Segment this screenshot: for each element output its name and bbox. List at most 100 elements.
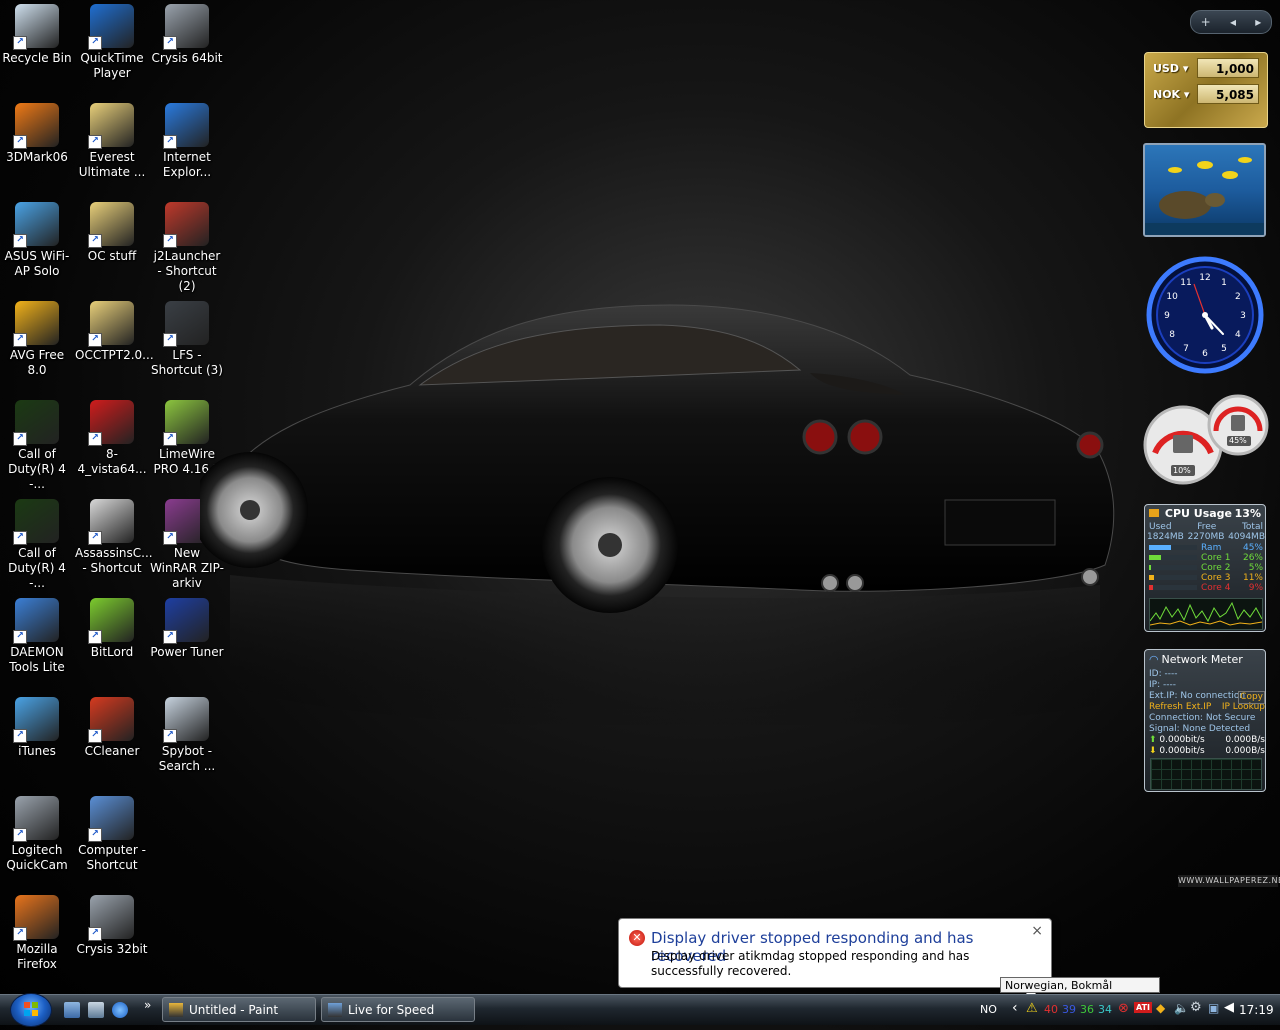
currency-value[interactable]: 5,085 <box>1197 84 1259 104</box>
slideshow-gadget[interactable] <box>1143 143 1266 237</box>
currency-row-usd[interactable]: USD ▾ 1,000 <box>1151 58 1261 80</box>
taskbar-button-paint[interactable]: Untitled - Paint <box>162 997 316 1022</box>
desktop-icon[interactable]: ↗ OCCTPT2.0... <box>75 299 154 363</box>
clock-number: 3 <box>1240 311 1246 321</box>
currency-gadget[interactable]: USD ▾ 1,000 NOK ▾ 5,085 <box>1144 52 1268 128</box>
itunes-icon: ↗ <box>13 697 59 743</box>
desktop-icon[interactable]: ↗ Internet Explor... <box>150 101 224 180</box>
warning-icon[interactable]: ⚠ <box>1026 1001 1038 1016</box>
network-tray-icon[interactable]: ▣ <box>1208 1001 1219 1015</box>
desktop-icon[interactable]: ↗ OC stuff <box>75 200 149 264</box>
quicklaunch-overflow-button[interactable]: » <box>144 998 151 1012</box>
cpu-row: Core 2 5% <box>1149 563 1263 573</box>
desktop-icon[interactable]: ↗ Recycle Bin <box>0 2 74 66</box>
desktop-icon[interactable]: ↗ Computer - Shortcut <box>75 794 149 873</box>
ram-meter-value: 45% <box>1229 436 1247 445</box>
switch-windows-icon[interactable] <box>88 1002 104 1018</box>
shortcut-arrow-icon: ↗ <box>13 333 27 347</box>
taskbar-clock[interactable]: 17:19 <box>1239 1003 1274 1017</box>
cpu-usage-gadget[interactable]: CPU Usage 13% Used Free Total 1824MB 227… <box>1144 504 1266 632</box>
desktop-icon[interactable]: ↗ CCleaner <box>75 695 149 759</box>
start-button[interactable] <box>10 993 52 1027</box>
language-indicator[interactable]: NO <box>980 1003 997 1016</box>
shortcut-arrow-icon: ↗ <box>163 36 177 50</box>
desktop-icon[interactable]: ↗ iTunes <box>0 695 74 759</box>
desktop-icon-label: QuickTime Player <box>80 51 144 80</box>
shortcut-arrow-icon: ↗ <box>88 531 102 545</box>
memory-value: 2270MB <box>1187 532 1225 542</box>
desktop-icon-label: Crysis 32bit <box>76 942 148 956</box>
security-alert-icon[interactable]: ⊗ <box>1118 1001 1129 1016</box>
desktop-icon-label: OC stuff <box>87 249 137 263</box>
desktop-icon[interactable]: ↗ BitLord <box>75 596 149 660</box>
desktop-icon-label: iTunes <box>18 744 56 758</box>
network-meter-gadget[interactable]: ◠ Network Meter ID: ---- IP: ---- Ext.IP… <box>1144 649 1266 792</box>
settings-tray-icon[interactable]: ⚙ <box>1190 1000 1202 1015</box>
cpu-ram-meter-gadget[interactable]: 10% 45% <box>1143 393 1269 485</box>
clock-number: 2 <box>1235 292 1241 302</box>
desktop-icon[interactable]: ↗ 3DMark06 <box>0 101 74 165</box>
network-history-graph <box>1150 758 1262 790</box>
desktop-icon[interactable]: ↗ j2Launcher - Shortcut (2) <box>150 200 224 294</box>
avg-tray-icon[interactable]: ◆ <box>1156 1001 1165 1015</box>
currency-code[interactable]: NOK ▾ <box>1153 88 1189 101</box>
desktop-icon[interactable]: ↗ Crysis 64bit <box>150 2 224 66</box>
currency-row-nok[interactable]: NOK ▾ 5,085 <box>1151 84 1261 106</box>
copy-button[interactable]: Copy <box>1238 691 1265 704</box>
desktop-icon[interactable]: ↗ AVG Free 8.0 <box>0 299 74 378</box>
desktop-icon[interactable]: ↗ Call of Duty(R) 4 -... <box>0 497 74 591</box>
clock-number: 7 <box>1183 344 1189 354</box>
volume-icon[interactable]: 🔈 <box>1174 1001 1189 1015</box>
taskbar-button-live-for-speed[interactable]: Live for Speed <box>321 997 475 1022</box>
ati-tray-icon[interactable]: ATI <box>1134 1002 1153 1013</box>
show-desktop-icon[interactable] <box>64 1002 80 1018</box>
desktop-icon[interactable]: ↗ ASUS WiFi-AP Solo <box>0 200 74 279</box>
cpu-row: Core 4 9% <box>1149 583 1263 593</box>
desktop-icon[interactable]: ↗ AssassinsC... - Shortcut <box>75 497 153 576</box>
ccleaner-icon: ↗ <box>88 697 134 743</box>
core-temp-3[interactable]: 36 <box>1080 1003 1094 1016</box>
notification-balloon[interactable]: ✕ Display driver stopped responding and … <box>618 918 1052 999</box>
desktop-icon[interactable]: ↗ DAEMON Tools Lite <box>0 596 74 675</box>
desktop-icon[interactable]: ↗ Crysis 32bit <box>75 893 149 957</box>
cpu-row: Ram 45% <box>1149 543 1263 553</box>
core-temp-1[interactable]: 40 <box>1044 1003 1058 1016</box>
desktop-icon[interactable]: ↗ Logitech QuickCam <box>0 794 74 873</box>
desktop-icon[interactable]: ↗ Call of Duty(R) 4 -... <box>0 398 74 492</box>
desktop-icon[interactable]: ↗ Mozilla Firefox <box>0 893 74 972</box>
shortcut-arrow-icon: ↗ <box>88 828 102 842</box>
webcam-icon: ↗ <box>13 796 59 842</box>
clock-gadget[interactable]: 1 2 3 4 5 6 7 8 9 10 11 12 <box>1146 256 1264 374</box>
clock-number: 5 <box>1221 344 1227 354</box>
cpu-row-value: 26% <box>1242 553 1263 563</box>
desktop-icon-label: Internet Explor... <box>162 150 212 179</box>
desktop-icon-label: Mozilla Firefox <box>16 942 58 971</box>
desktop-icon-label: OCCTPT2.0... <box>75 348 154 362</box>
memory-header: Used <box>1149 522 1172 532</box>
computer-icon: ↗ <box>88 796 134 842</box>
language-tooltip: Norwegian, Bokmål (Norway) <box>1000 977 1160 1008</box>
speaker-icon[interactable]: ◀ <box>1224 1000 1234 1015</box>
live-for-speed-icon <box>328 1003 342 1017</box>
refresh-ext-ip-link[interactable]: Refresh Ext.IP <box>1149 702 1211 713</box>
core-temp-2[interactable]: 39 <box>1062 1003 1076 1016</box>
core-temp-4[interactable]: 34 <box>1098 1003 1112 1016</box>
desktop-icon[interactable]: ↗ Everest Ultimate ... <box>75 101 149 180</box>
currency-code[interactable]: USD ▾ <box>1153 62 1188 75</box>
tray-expand-button[interactable]: ‹ <box>1012 1000 1018 1016</box>
shortcut-arrow-icon: ↗ <box>88 432 102 446</box>
sidebar-add-button[interactable]: + <box>1201 15 1211 29</box>
network-ext-ip: Ext.IP: No connection Copy <box>1149 691 1265 704</box>
desktop-icon[interactable]: ↗ 8-4_vista64... <box>75 398 149 477</box>
wallpaper-watermark: WWW.WALLPAPEREZ.NET <box>1178 875 1280 887</box>
shortcut-arrow-icon: ↗ <box>13 36 27 50</box>
sidebar-next-button[interactable]: ▸ <box>1255 15 1261 29</box>
internet-explorer-quicklaunch-icon[interactable] <box>112 1002 128 1018</box>
clock-number: 9 <box>1164 311 1170 321</box>
currency-value[interactable]: 1,000 <box>1197 58 1259 78</box>
desktop-icon[interactable]: ↗ QuickTime Player <box>75 2 149 81</box>
clock-number: 11 <box>1180 278 1191 288</box>
taskbar: » Untitled - Paint Live for Speed NO ‹ ⚠… <box>0 993 1280 1027</box>
notification-close-button[interactable]: × <box>1031 923 1043 939</box>
sidebar-prev-button[interactable]: ◂ <box>1230 15 1236 29</box>
